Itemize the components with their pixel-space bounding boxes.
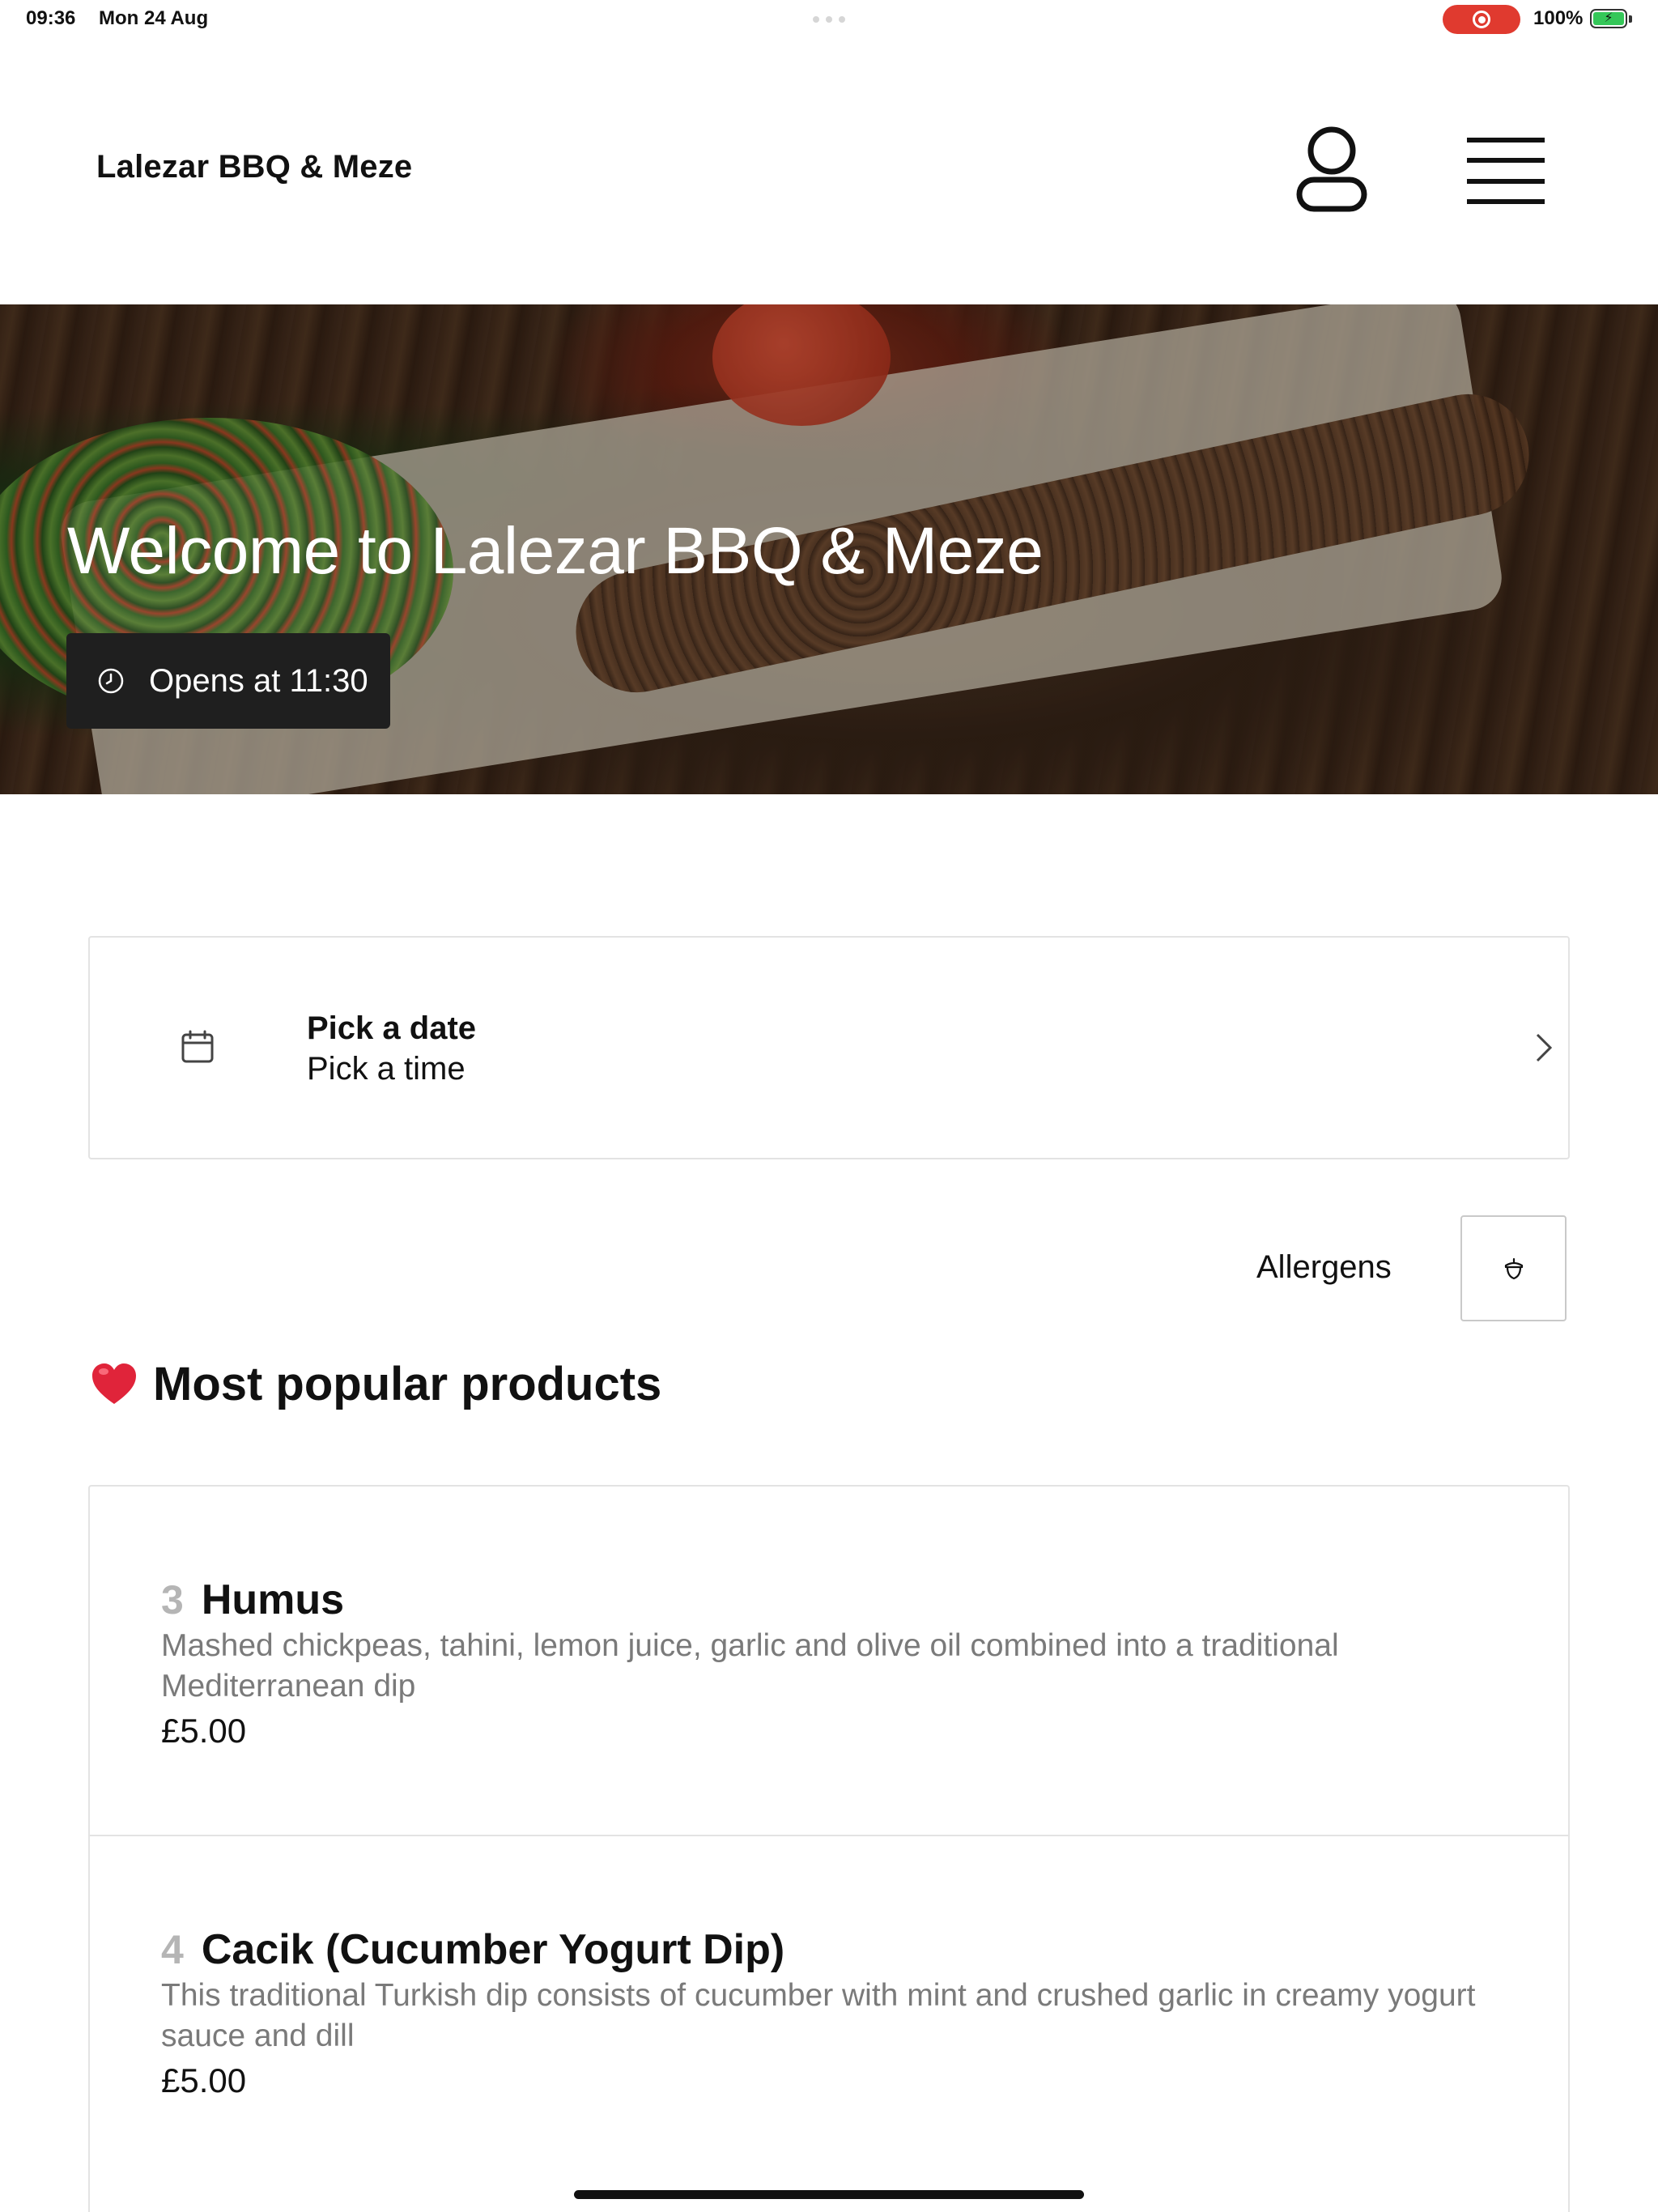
product-description: Mashed chickpeas, tahini, lemon juice, g… [161, 1628, 1339, 1704]
user-icon [1296, 126, 1367, 212]
menu-button[interactable] [1465, 134, 1546, 207]
hamburger-menu-icon [1467, 138, 1545, 204]
brand-name[interactable]: Lalezar BBQ & Meze [96, 149, 412, 185]
site-header: Lalezar BBQ & Meze [0, 39, 1658, 304]
heart-icon [92, 1363, 136, 1404]
clock-icon [98, 668, 124, 694]
hero-banner: Welcome to Lalezar BBQ & Meze Opens at 1… [0, 304, 1658, 794]
screen-recording-icon[interactable] [1443, 5, 1520, 34]
section-title: Most popular products [153, 1358, 662, 1410]
products-list: 3 Humus Mashed chickpeas, tahini, lemon … [88, 1485, 1570, 2212]
opening-hours-label: Opens at 11:30 [149, 662, 368, 699]
product-name-row: 3 Humus [161, 1576, 344, 1624]
chevron-right-icon [1536, 1033, 1553, 1062]
account-button[interactable] [1291, 126, 1372, 215]
product-name: Cacik (Cucumber Yogurt Dip) [201, 1926, 785, 1973]
product-price: £5.00 [161, 2061, 247, 2099]
multitasking-dots-icon[interactable] [813, 16, 845, 23]
pick-date-label: Pick a date [307, 1010, 477, 1046]
battery-tip [1629, 15, 1632, 23]
app-root: 09:36 Mon 24 Aug 100% ⚡ Lalezar BBQ & Me… [0, 0, 1658, 2212]
allergens-button[interactable] [1460, 1215, 1567, 1321]
pick-time-label: Pick a time [307, 1051, 466, 1087]
battery-icon: ⚡ [1590, 9, 1627, 28]
popular-products-heading: Most popular products [90, 1357, 661, 1411]
acorn-icon [1504, 1257, 1523, 1279]
product-number: 4 [161, 1927, 184, 1972]
date-time-picker[interactable]: Pick a date Pick a time [88, 936, 1570, 1159]
hero-title: Welcome to Lalezar BBQ & Meze [67, 514, 1044, 588]
calendar-icon [181, 1030, 214, 1063]
product-price: £5.00 [161, 1712, 247, 1750]
status-time: 09:36 [26, 7, 76, 29]
home-indicator[interactable] [574, 2190, 1084, 2199]
product-name-row: 4 Cacik (Cucumber Yogurt Dip) [161, 1925, 784, 1974]
product-card[interactable]: 4 Cacik (Cucumber Yogurt Dip) This tradi… [90, 1836, 1568, 2186]
status-date: Mon 24 Aug [99, 7, 209, 29]
opening-hours-badge: Opens at 11:30 [66, 633, 390, 729]
allergens-label: Allergens [1256, 1249, 1392, 1285]
product-name: Humus [201, 1576, 345, 1623]
product-number: 3 [161, 1577, 184, 1623]
status-bar: 09:36 Mon 24 Aug 100% ⚡ [0, 0, 1658, 39]
product-card[interactable]: 3 Humus Mashed chickpeas, tahini, lemon … [90, 1487, 1568, 1836]
battery-percent: 100% [1533, 7, 1584, 29]
product-description: This traditional Turkish dip consists of… [161, 1978, 1476, 2053]
